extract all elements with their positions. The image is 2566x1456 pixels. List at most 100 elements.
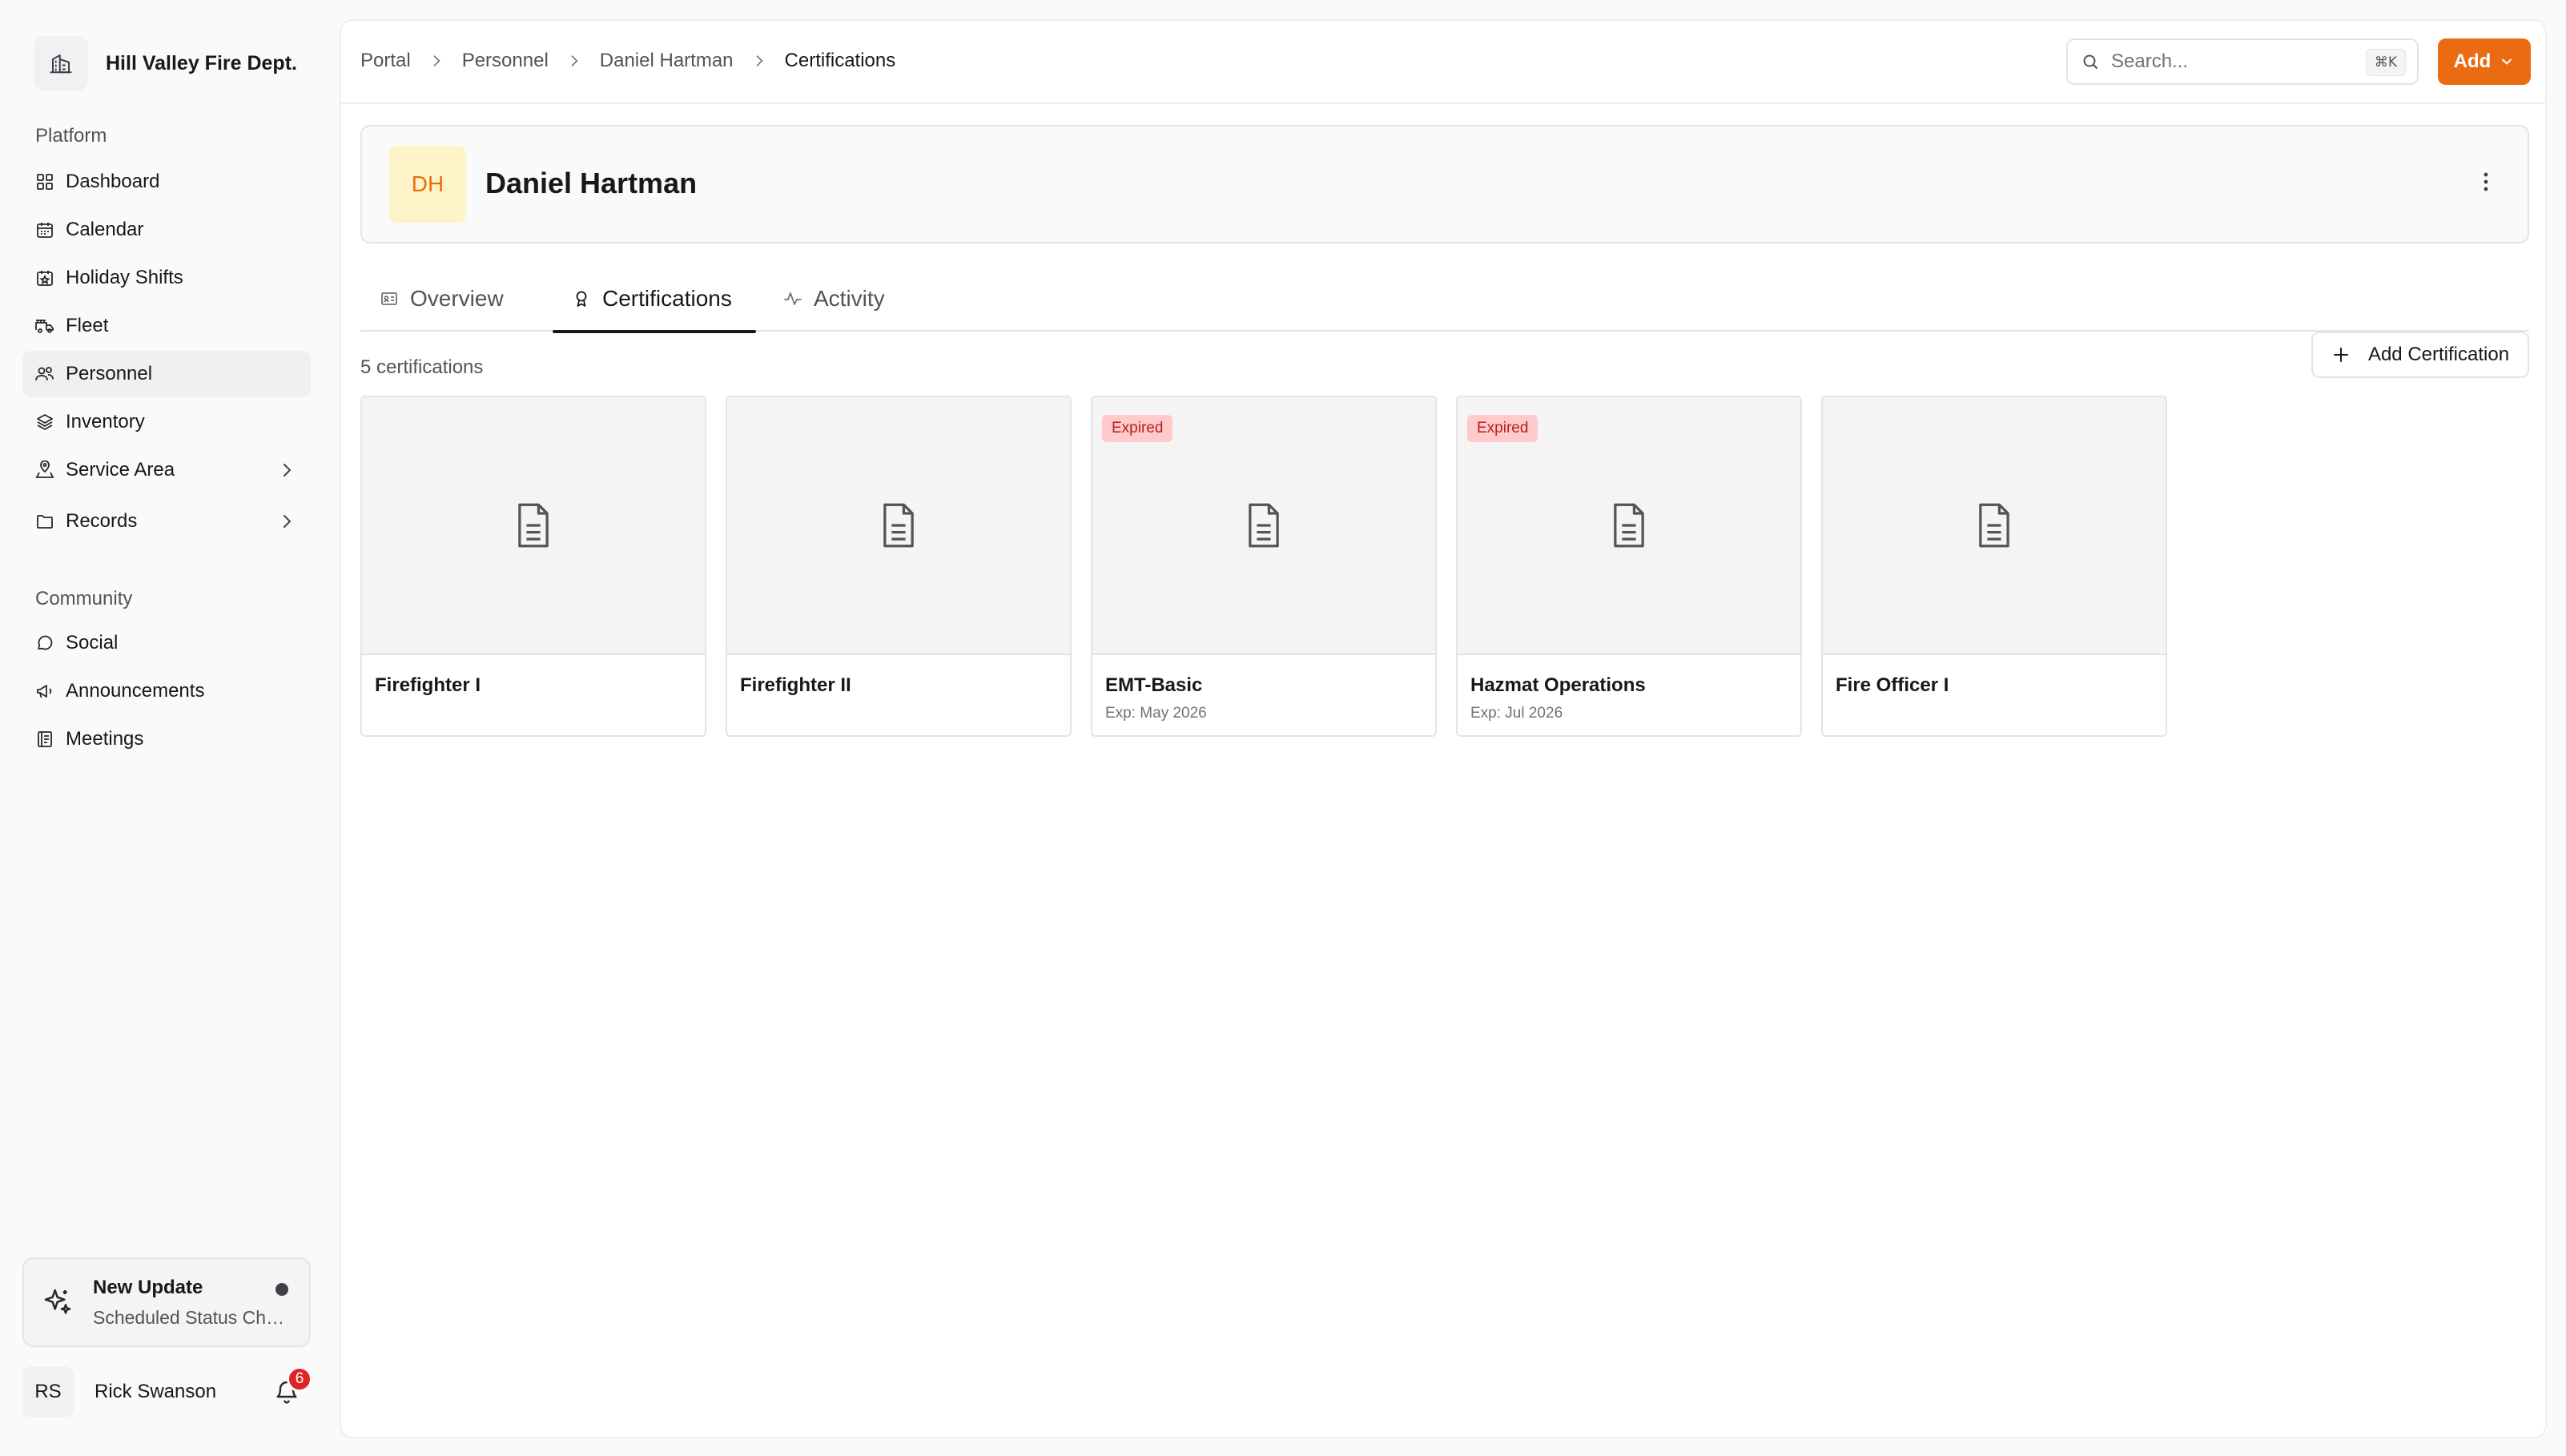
sidebar-item-label: Inventory	[66, 411, 145, 432]
sidebar-item-records[interactable]: Records	[22, 498, 311, 545]
document-icon	[878, 501, 919, 549]
sidebar-item-announcements[interactable]: Announcements	[22, 668, 311, 714]
chevron-right-icon	[428, 53, 444, 69]
notification-count-badge: 6	[287, 1366, 312, 1392]
document-icon	[1608, 501, 1650, 549]
sidebar-item-label: Personnel	[66, 363, 153, 384]
card-title: Firefighter II	[740, 674, 851, 696]
update-title: New Update	[93, 1277, 203, 1298]
org-switcher[interactable]: Hill Valley Fire Dept.	[22, 29, 311, 98]
profile-tabs: Overview Certifications Activity	[360, 266, 2529, 333]
sidebar-item-label: Service Area	[66, 459, 175, 481]
calendar-icon	[34, 219, 56, 241]
user-avatar: RS	[22, 1366, 74, 1418]
search-shortcut-hint: ⌘K	[2365, 49, 2406, 76]
tab-activity[interactable]: Activity	[783, 266, 885, 332]
card-expiry: Exp: Jul 2026	[1470, 705, 1563, 722]
search-box[interactable]: ⌘K	[2066, 38, 2419, 85]
document-icon	[1243, 501, 1285, 549]
certification-card[interactable]: Expired EMT-Basic Exp: May 2026	[1091, 396, 1437, 737]
card-thumbnail	[727, 397, 1070, 655]
user-name: Rick Swanson	[95, 1381, 217, 1402]
users-icon	[34, 363, 56, 385]
fire-truck-icon	[34, 315, 56, 337]
plus-icon	[2331, 345, 2351, 364]
card-title: Firefighter I	[375, 674, 481, 696]
map-pin-icon	[34, 459, 56, 481]
profile-name: Daniel Hartman	[485, 167, 698, 199]
sidebar-item-label: Dashboard	[66, 171, 160, 192]
breadcrumb-personnel[interactable]: Personnel	[462, 50, 549, 72]
more-vertical-icon[interactable]	[2483, 171, 2489, 192]
sparkle-icon	[42, 1286, 74, 1318]
org-name: Hill Valley Fire Dept.	[106, 51, 297, 74]
sidebar-item-label: Announcements	[66, 680, 205, 702]
award-icon	[572, 289, 591, 308]
sidebar-item-meetings[interactable]: Meetings	[22, 716, 311, 762]
tab-label: Overview	[410, 286, 504, 311]
sidebar-item-label: Meetings	[66, 728, 144, 750]
update-card[interactable]: New Update Scheduled Status Changes	[22, 1257, 311, 1347]
building-icon	[34, 36, 88, 90]
sidebar-item-personnel[interactable]: Personnel	[22, 351, 311, 397]
card-title: EMT-Basic	[1105, 674, 1203, 696]
sidebar-item-label: Holiday Shifts	[66, 267, 183, 288]
certification-card[interactable]: Firefighter I	[360, 396, 706, 737]
sidebar-item-fleet[interactable]: Fleet	[22, 303, 311, 349]
user-menu[interactable]: RS Rick Swanson 6	[22, 1366, 312, 1418]
topbar: Portal Personnel Daniel Hartman Certific…	[341, 21, 2545, 104]
update-subtitle: Scheduled Status Changes	[93, 1307, 293, 1328]
chevron-right-icon	[751, 53, 767, 69]
sidebar-item-label: Calendar	[66, 219, 144, 240]
megaphone-icon	[34, 680, 56, 702]
add-certification-button[interactable]: Add Certification	[2311, 332, 2529, 378]
breadcrumb-portal[interactable]: Portal	[360, 50, 411, 72]
layers-icon	[34, 411, 56, 433]
search-icon	[2081, 52, 2100, 71]
folder-icon	[34, 510, 56, 533]
sidebar-item-dashboard[interactable]: Dashboard	[22, 159, 311, 205]
sidebar-item-social[interactable]: Social	[22, 620, 311, 666]
breadcrumb-person[interactable]: Daniel Hartman	[600, 50, 734, 72]
activity-icon	[783, 289, 802, 308]
sidebar-item-label: Social	[66, 632, 119, 654]
card-thumbnail: Expired	[1458, 397, 1800, 655]
chevron-right-icon	[277, 512, 296, 531]
dashboard-icon	[34, 171, 56, 193]
sidebar: Hill Valley Fire Dept. Platform Dashboar…	[0, 0, 330, 1456]
card-expiry: Exp: May 2026	[1105, 705, 1207, 722]
sidebar-item-service-area[interactable]: Service Area	[22, 447, 311, 493]
sidebar-item-calendar[interactable]: Calendar	[22, 207, 311, 253]
card-thumbnail	[1823, 397, 2166, 655]
expired-badge: Expired	[1467, 415, 1538, 442]
chevron-right-icon	[277, 461, 296, 480]
card-thumbnail: Expired	[1092, 397, 1435, 655]
tab-label: Activity	[814, 286, 885, 311]
main-panel: Portal Personnel Daniel Hartman Certific…	[340, 19, 2547, 1438]
add-certification-label: Add Certification	[2367, 344, 2510, 365]
platform-group-label: Platform	[35, 125, 107, 147]
unread-dot	[276, 1283, 288, 1296]
community-group-label: Community	[35, 588, 133, 609]
chevron-right-icon	[566, 53, 582, 69]
tab-overview[interactable]: Overview	[380, 266, 504, 332]
certification-card[interactable]: Expired Hazmat Operations Exp: Jul 2026	[1456, 396, 1802, 737]
chevron-down-icon	[2499, 54, 2515, 70]
expired-badge: Expired	[1102, 415, 1173, 442]
certification-card[interactable]: Fire Officer I	[1821, 396, 2167, 737]
search-input[interactable]	[2111, 50, 2351, 73]
add-button[interactable]: Add	[2438, 38, 2531, 85]
id-card-icon	[380, 289, 399, 308]
sidebar-item-holiday-shifts[interactable]: Holiday Shifts	[22, 255, 311, 301]
sidebar-item-inventory[interactable]: Inventory	[22, 399, 311, 445]
sidebar-item-label: Fleet	[66, 315, 109, 336]
card-title: Hazmat Operations	[1470, 674, 1646, 696]
notes-icon	[34, 728, 56, 750]
document-icon	[1973, 501, 2015, 549]
add-button-label: Add	[2453, 50, 2492, 72]
profile-avatar: DH	[389, 146, 466, 223]
card-title: Fire Officer I	[1836, 674, 1949, 696]
tab-certifications[interactable]: Certifications	[553, 266, 756, 333]
breadcrumb: Portal Personnel Daniel Hartman Certific…	[360, 50, 895, 72]
certification-card[interactable]: Firefighter II	[726, 396, 1072, 737]
